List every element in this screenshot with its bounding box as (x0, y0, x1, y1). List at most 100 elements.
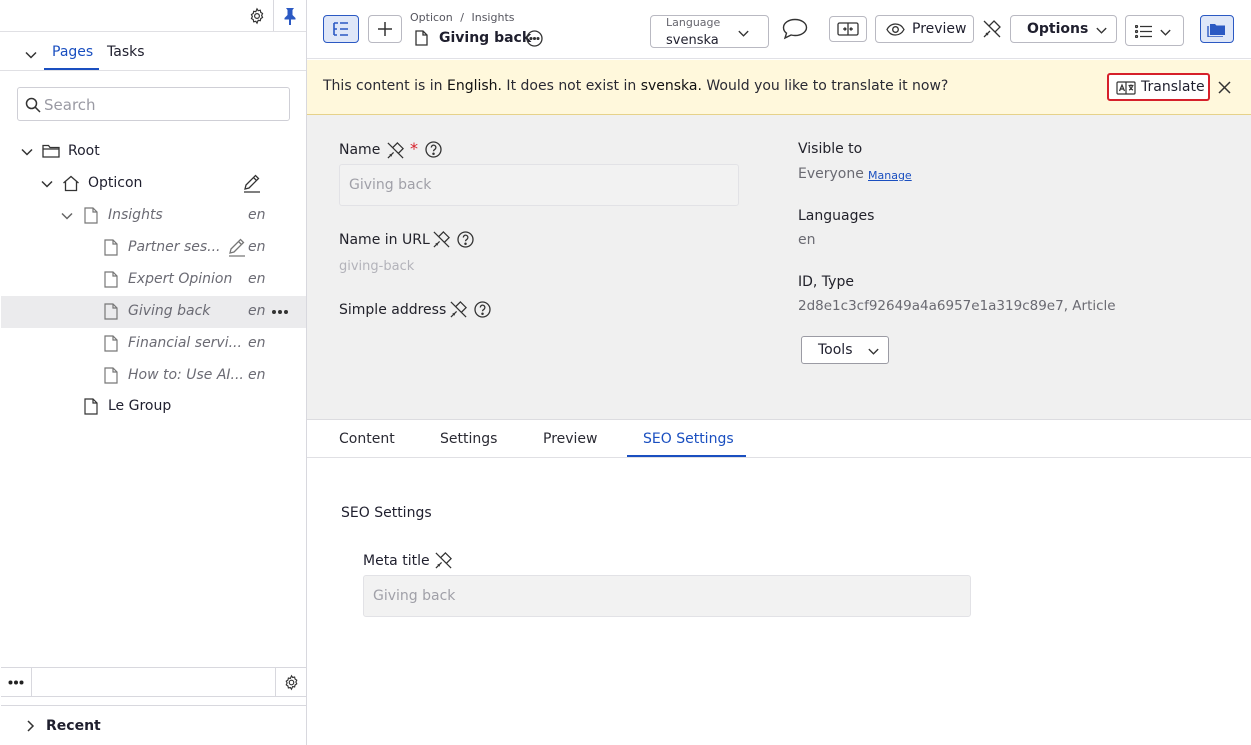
help-icon[interactable] (457, 231, 474, 248)
more-options-icon (8, 680, 24, 684)
name-label: Name (339, 142, 381, 158)
tab-content[interactable]: Content (339, 431, 395, 447)
tree-settings-button[interactable] (275, 668, 306, 696)
seo-settings-panel: SEO Settings Meta title Giving back (307, 459, 1251, 745)
language-code: en (248, 335, 266, 351)
target-language: svenska. (640, 78, 702, 94)
source-language: English. (446, 78, 502, 94)
chevron-down-icon[interactable] (20, 145, 34, 159)
page-icon (84, 398, 98, 415)
chevron-right-icon (27, 720, 35, 732)
breadcrumb-opticon[interactable]: Opticon (410, 11, 453, 24)
language-select[interactable]: Language svenska (650, 15, 769, 48)
tab-seo-settings[interactable]: SEO Settings (643, 431, 734, 447)
language-code: en (248, 367, 266, 383)
search-input[interactable]: Search (17, 87, 290, 121)
tree-item-label: Partner ses... (128, 239, 221, 255)
breadcrumb: Opticon / Insights (410, 11, 515, 24)
preview-button[interactable]: Preview (875, 15, 974, 43)
id-type-value: 2d8e1c3cf92649a4a6957e1a319c89e7, Articl… (798, 298, 1116, 314)
not-translatable-icon (450, 301, 467, 318)
tree-view-icon (333, 22, 348, 36)
chevron-down-icon[interactable] (60, 209, 74, 223)
url-label: Name in URL (339, 232, 430, 248)
search-placeholder: Search (44, 96, 96, 114)
page-icon (104, 367, 118, 384)
edit-pencil-icon[interactable] (227, 238, 247, 257)
translate-button[interactable]: Translate (1107, 73, 1210, 101)
page-icon (415, 30, 428, 46)
more-options-icon[interactable] (271, 309, 289, 315)
language-select-value: svenska (666, 33, 719, 48)
compare-icon (837, 22, 859, 36)
tree-item-root[interactable]: Root (1, 136, 306, 168)
language-code: en (248, 239, 266, 255)
comments-icon[interactable] (782, 18, 808, 40)
manage-link[interactable]: Manage (868, 169, 912, 182)
name-field-value: Giving back (349, 177, 432, 193)
more-options-icon[interactable] (526, 30, 543, 47)
tree-item-how-to[interactable]: How to: Use AI... en (1, 360, 306, 392)
tree-item-opticon[interactable]: Opticon (1, 168, 306, 200)
breadcrumb-insights[interactable]: Insights (471, 11, 514, 24)
chevron-down-icon (1096, 27, 1107, 34)
edit-pencil-icon[interactable] (242, 174, 262, 193)
page-icon (104, 335, 118, 352)
required-indicator: * (410, 139, 418, 158)
tree-item-expert-opinion[interactable]: Expert Opinion en (1, 264, 306, 296)
search-icon (25, 97, 41, 113)
options-button[interactable]: Options (1010, 15, 1117, 43)
languages-value: en (798, 232, 816, 248)
name-field[interactable]: Giving back (339, 164, 739, 206)
tab-settings[interactable]: Settings (440, 431, 497, 447)
chevron-down-icon (1160, 29, 1171, 36)
eye-icon (886, 23, 905, 36)
meta-title-field[interactable]: Giving back (363, 575, 971, 617)
not-translatable-icon (983, 20, 1001, 38)
translate-icon (1116, 81, 1136, 95)
tree-item-le-group[interactable]: Le Group (1, 391, 306, 423)
close-icon[interactable] (1218, 81, 1231, 94)
chevron-down-icon[interactable] (40, 177, 54, 191)
banner-text: This content is in (323, 78, 447, 94)
view-options-button[interactable] (1125, 15, 1184, 46)
tree-item-insights[interactable]: Insights en (1, 200, 306, 232)
recent-section[interactable]: Recent (1, 705, 306, 745)
tree-item-label: Expert Opinion (128, 271, 233, 287)
translate-label: Translate (1141, 79, 1205, 95)
pane-settings-button[interactable] (241, 0, 273, 31)
tree-item-label: How to: Use AI... (128, 367, 244, 383)
help-icon[interactable] (425, 141, 442, 158)
url-value: giving-back (339, 259, 415, 274)
recent-label: Recent (46, 718, 101, 734)
tree-item-giving-back[interactable]: Giving back en (1, 296, 306, 328)
page-icon (84, 207, 98, 224)
toggle-tree-button[interactable] (323, 15, 359, 43)
toolbar-separator (0, 31, 306, 32)
active-tab-indicator (627, 455, 746, 457)
tools-label: Tools (818, 342, 853, 358)
translation-banner: This content is in English. It does not … (307, 60, 1251, 115)
help-icon[interactable] (474, 301, 491, 318)
languages-label: Languages (798, 208, 875, 224)
gear-icon (285, 674, 297, 690)
id-type-label: ID, Type (798, 274, 854, 290)
tree-item-label: Giving back (128, 303, 211, 319)
tab-tasks[interactable]: Tasks (107, 44, 145, 60)
banner-message: This content is in English. It does not … (323, 78, 948, 94)
simple-address-label: Simple address (339, 302, 447, 318)
more-actions-button[interactable] (1, 668, 32, 696)
meta-title-label: Meta title (363, 553, 430, 569)
collapse-chevron-icon[interactable] (24, 48, 38, 62)
tree-item-financial[interactable]: Financial servi... en (1, 328, 306, 360)
tab-pages[interactable]: Pages (52, 44, 93, 60)
navigation-pane: Pages Tasks Search Root Opticon Insights… (0, 0, 307, 745)
chevron-down-icon (868, 348, 879, 355)
tab-preview[interactable]: Preview (543, 431, 598, 447)
compare-button[interactable] (829, 16, 867, 42)
assets-pane-button[interactable] (1200, 15, 1234, 43)
pin-pane-button[interactable] (274, 0, 306, 31)
tools-button[interactable]: Tools (801, 336, 889, 364)
tree-item-partner[interactable]: Partner ses... en (1, 232, 306, 264)
add-button[interactable] (368, 15, 402, 43)
